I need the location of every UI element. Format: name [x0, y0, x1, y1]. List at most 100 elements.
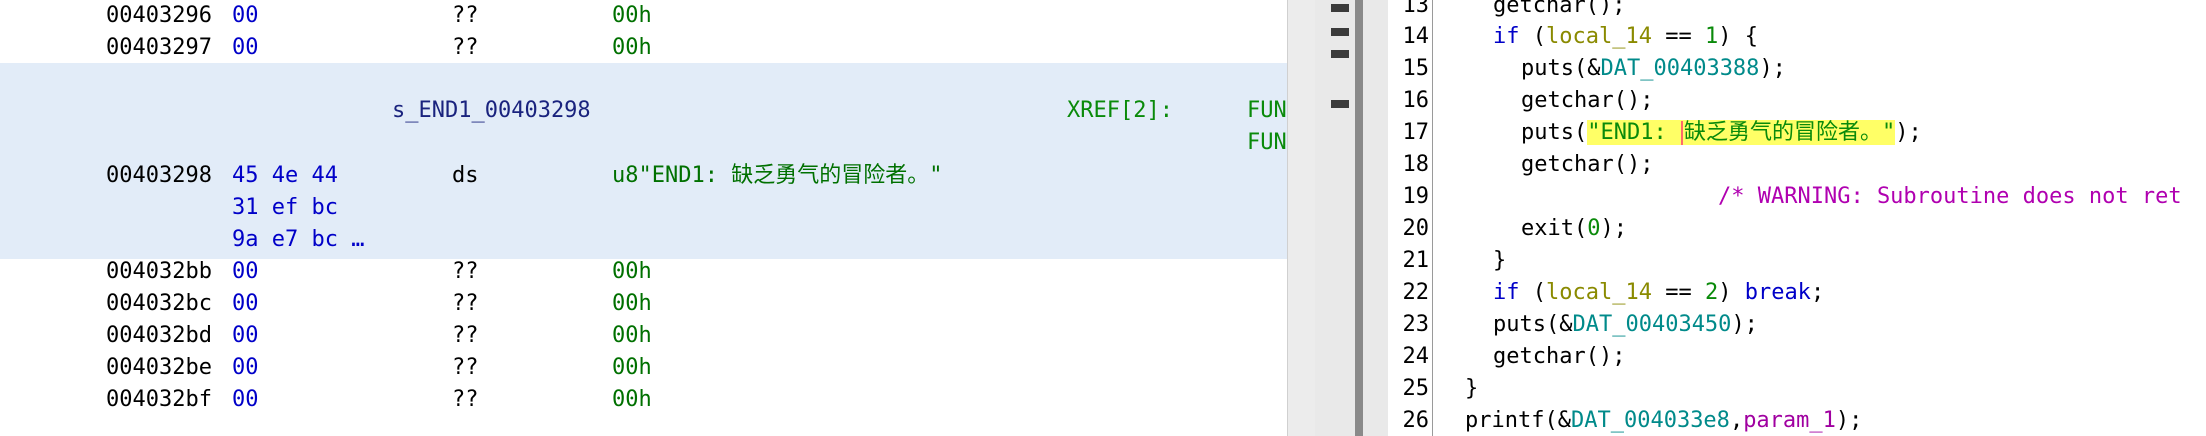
mnemonic[interactable]: ?? — [452, 320, 479, 352]
number-literal[interactable]: 0 — [1587, 216, 1600, 241]
code-line[interactable]: puts(&DAT_00403450); — [1493, 309, 1758, 341]
punctuation: (); — [1585, 344, 1626, 369]
operand[interactable]: 00h — [612, 288, 652, 320]
function-call[interactable]: getchar — [1493, 344, 1586, 369]
code-line[interactable]: getchar(); — [1493, 341, 1625, 373]
byte-value[interactable]: 00 — [232, 0, 259, 32]
address[interactable]: 004032be — [106, 352, 212, 384]
text-cursor — [1680, 121, 1683, 145]
byte-value[interactable]: 00 — [232, 256, 259, 288]
decompiler-view[interactable]: 13 14 15 16 17 18 19 20 21 22 23 24 25 2… — [1315, 0, 2206, 436]
function-call[interactable]: getchar — [1521, 152, 1614, 177]
code-line[interactable]: puts(&DAT_00403388); — [1521, 53, 1786, 85]
line-number: 26 — [1402, 408, 1430, 433]
code-line[interactable]: getchar(); — [1521, 85, 1653, 117]
bookmark-marker[interactable] — [1331, 4, 1349, 12]
code-line[interactable]: exit(0); — [1521, 213, 1627, 245]
code-line[interactable]: puts("END1: 缺乏勇气的冒险者。"); — [1521, 117, 1922, 149]
operand[interactable]: 00h — [612, 256, 652, 288]
operand[interactable]: 00h — [612, 352, 652, 384]
code-line[interactable]: getchar(); — [1493, 0, 1625, 22]
number-literal[interactable]: 2 — [1705, 280, 1718, 305]
punctuation: ( — [1573, 120, 1588, 145]
comment: /* WARNING: Subroutine does not ret — [1718, 184, 2182, 209]
parameter[interactable]: param_1 — [1743, 408, 1836, 433]
function-call[interactable]: puts — [1521, 120, 1574, 145]
mnemonic[interactable]: ?? — [452, 0, 479, 32]
function-call[interactable]: puts — [1493, 312, 1546, 337]
operand[interactable]: 00h — [612, 320, 652, 352]
byte-value[interactable]: 45 4e 44 — [232, 160, 338, 192]
listing-view[interactable]: 00403296 00 ?? 00h 00403297 00 ?? 00h s_… — [0, 0, 1287, 436]
overview-gutter[interactable] — [1315, 0, 1388, 436]
byte-value[interactable]: 00 — [232, 384, 259, 416]
line-number: 19 — [1402, 184, 1430, 209]
mnemonic[interactable]: ?? — [452, 32, 479, 64]
function-call[interactable]: printf — [1465, 408, 1544, 433]
punctuation: (& — [1544, 408, 1571, 433]
keyword[interactable]: break — [1745, 280, 1811, 305]
address[interactable]: 004032bf — [106, 384, 212, 416]
address[interactable]: 004032bd — [106, 320, 212, 352]
function-call[interactable]: exit — [1521, 216, 1574, 241]
byte-value[interactable]: 00 — [232, 32, 259, 64]
keyword[interactable]: if — [1493, 280, 1520, 305]
address[interactable]: 004032bb — [106, 256, 212, 288]
operand[interactable]: 00h — [612, 384, 652, 416]
function-call[interactable]: getchar — [1493, 0, 1586, 18]
code-line[interactable]: if (local_14 == 2) break; — [1493, 277, 1824, 309]
line-number: 16 — [1402, 88, 1430, 113]
address[interactable]: 004032bc — [106, 288, 212, 320]
line-number: 18 — [1402, 152, 1430, 177]
line-number: 13 — [1402, 0, 1430, 18]
keyword[interactable]: if — [1493, 24, 1520, 49]
bookmark-marker[interactable] — [1331, 100, 1349, 108]
byte-value[interactable]: 00 — [232, 352, 259, 384]
pane-splitter[interactable] — [1287, 0, 1316, 436]
punctuation: (& — [1573, 56, 1601, 81]
code-line[interactable]: } — [1465, 373, 1478, 405]
mnemonic[interactable]: ?? — [452, 352, 479, 384]
operand[interactable]: 00h — [612, 0, 652, 32]
byte-value[interactable]: 9a e7 bc … — [232, 224, 364, 256]
xref-function[interactable]: FUN — [1247, 95, 1287, 127]
byte-value[interactable]: 31 ef bc — [232, 192, 338, 224]
bookmark-marker[interactable] — [1331, 28, 1349, 36]
address[interactable]: 00403298 — [106, 160, 212, 192]
byte-value[interactable]: 00 — [232, 320, 259, 352]
line-number: 22 — [1402, 280, 1430, 305]
bookmark-marker[interactable] — [1331, 50, 1349, 58]
punctuation: ( — [1573, 216, 1588, 241]
punctuation: ) { — [1718, 24, 1758, 49]
address[interactable]: 00403297 — [106, 32, 212, 64]
mnemonic[interactable]: ?? — [452, 288, 479, 320]
string-operand[interactable]: u8"END1: 缺乏勇气的冒险者。" — [612, 160, 942, 192]
address[interactable]: 00403296 — [106, 0, 212, 32]
line-number: 17 — [1402, 120, 1430, 145]
code-line[interactable]: printf(&DAT_004033e8,param_1); — [1465, 405, 1862, 436]
scroll-indicator[interactable] — [1355, 0, 1363, 436]
function-call[interactable]: puts — [1521, 56, 1574, 81]
code-line[interactable]: if (local_14 == 1) { — [1493, 21, 1758, 53]
symbol-label[interactable]: s_END1_00403298 — [392, 95, 591, 127]
number-literal[interactable]: 1 — [1705, 24, 1718, 49]
xref-function[interactable]: FUN — [1247, 127, 1287, 159]
string-literal[interactable]: "END1: 缺乏勇气的冒险者。" — [1587, 120, 1896, 145]
variable[interactable]: local_14 — [1546, 280, 1652, 305]
data-reference[interactable]: DAT_00403388 — [1600, 56, 1759, 81]
code-line[interactable]: } — [1493, 245, 1506, 277]
data-reference[interactable]: DAT_004033e8 — [1571, 408, 1730, 433]
variable[interactable]: local_14 — [1546, 24, 1652, 49]
line-number: 24 — [1402, 344, 1430, 369]
data-reference[interactable]: DAT_00403450 — [1572, 312, 1731, 337]
function-call[interactable]: getchar — [1521, 88, 1614, 113]
mnemonic[interactable]: ?? — [452, 384, 479, 416]
mnemonic[interactable]: ?? — [452, 256, 479, 288]
operand[interactable]: 00h — [612, 32, 652, 64]
line-number: 21 — [1402, 248, 1430, 273]
code-line[interactable]: getchar(); — [1521, 149, 1653, 181]
mnemonic[interactable]: ds — [452, 160, 479, 192]
code-line[interactable]: /* WARNING: Subroutine does not ret — [1718, 181, 2182, 213]
xref-label[interactable]: XREF[2]: — [1067, 95, 1173, 127]
byte-value[interactable]: 00 — [232, 288, 259, 320]
